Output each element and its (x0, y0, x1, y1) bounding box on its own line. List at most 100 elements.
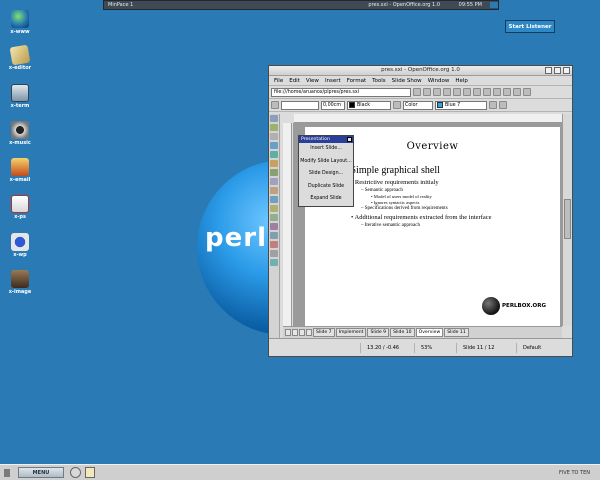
start-listener-button[interactable]: Start Listener (505, 20, 555, 33)
horizontal-ruler[interactable] (294, 114, 562, 123)
desktop-icon-label: x-ps (14, 214, 26, 220)
minimize-icon[interactable] (545, 67, 552, 74)
tab-overview[interactable]: Overview (415, 328, 444, 337)
align-icon[interactable] (270, 205, 278, 212)
menu-format[interactable]: Format (344, 78, 369, 84)
save-icon[interactable] (453, 88, 461, 96)
scrollbar-thumb[interactable] (564, 199, 571, 239)
3d-object-icon[interactable] (270, 160, 278, 167)
taskbar-arrow-icon[interactable] (4, 468, 10, 477)
insert-slide-button[interactable]: Insert Slide... (299, 143, 353, 156)
desktop-icon-label: x-www (10, 29, 30, 35)
url-field[interactable]: file:///home/aruanox/plpres/pres.sxi (271, 87, 411, 97)
cut-icon[interactable] (473, 88, 481, 96)
line-style-select[interactable] (281, 100, 319, 110)
undo-icon[interactable] (503, 88, 511, 96)
menu-tools[interactable]: Tools (369, 78, 389, 84)
select-icon[interactable] (270, 115, 278, 122)
start-menu-button[interactable]: MENU (18, 467, 64, 478)
menu-window[interactable]: Window (425, 78, 453, 84)
taskbar: MENU FIVE TO TEN (0, 464, 600, 480)
duplicate-slide-button[interactable]: Duplicate Slide (299, 181, 353, 194)
slide-show-icon[interactable] (270, 259, 278, 266)
stop-icon[interactable] (423, 88, 431, 96)
menu-view[interactable]: View (303, 78, 322, 84)
ellipse-icon[interactable] (270, 151, 278, 158)
desktop-icon-www[interactable]: x-www (0, 10, 40, 35)
effects-icon[interactable] (270, 232, 278, 239)
desktop-icon-editor[interactable]: x-editor (0, 44, 40, 71)
line-color-select[interactable]: Black (347, 100, 391, 110)
tab-slide-7[interactable]: Slide 7 (313, 328, 335, 337)
area-color-select[interactable]: Blue 7 (435, 100, 487, 110)
rotate-icon[interactable] (270, 196, 278, 203)
edit-file-icon[interactable] (433, 88, 441, 96)
menu-file[interactable]: File (271, 78, 286, 84)
status-zoom[interactable]: 53% (415, 342, 457, 353)
tab-slide-9[interactable]: Slide 9 (367, 328, 390, 337)
line-color-label: Black (357, 102, 370, 108)
tab-implement[interactable]: Implement (335, 328, 367, 337)
window-titlebar[interactable]: pres.sxi - OpenOffice.org 1.0 (269, 66, 572, 76)
impress-window: pres.sxi - OpenOffice.org 1.0 File Edit … (268, 65, 573, 357)
menu-edit[interactable]: Edit (286, 78, 303, 84)
area-style-select[interactable]: Color (403, 100, 433, 110)
area-icon[interactable] (393, 101, 401, 109)
open-icon[interactable] (443, 88, 451, 96)
slide-body[interactable]: – Simple graphical shell • Restrictive r… (343, 165, 492, 228)
3d-controller-icon[interactable] (270, 250, 278, 257)
navigator-icon[interactable] (523, 88, 531, 96)
workspace-label[interactable]: MinPace 1 (104, 2, 164, 8)
zoom-icon[interactable] (499, 101, 507, 109)
maximize-icon[interactable] (554, 67, 561, 74)
arrange-icon[interactable] (270, 214, 278, 221)
url-dropdown-icon[interactable] (413, 88, 421, 96)
popup-close-icon[interactable] (347, 137, 352, 142)
shadow-icon[interactable] (489, 101, 497, 109)
prev-slide-icon[interactable] (292, 329, 298, 336)
desktop-icon-image[interactable]: x-image (0, 270, 40, 295)
copy-icon[interactable] (483, 88, 491, 96)
rectangle-icon[interactable] (270, 142, 278, 149)
curve-icon[interactable] (270, 169, 278, 176)
outline-level-2: • Restrictive requirements initialy (351, 179, 492, 186)
tab-slide-11[interactable]: Slide 11 (444, 328, 469, 337)
zoom-tool-icon[interactable] (270, 124, 278, 131)
desktop-icon-email[interactable]: x-email (0, 158, 40, 183)
line-ends-icon[interactable] (271, 101, 279, 109)
presentation-popup: Presentation Insert Slide... Modify Slid… (298, 135, 354, 207)
vertical-scrollbar[interactable] (562, 114, 572, 326)
interaction-icon[interactable] (270, 241, 278, 248)
close-icon[interactable] (563, 67, 570, 74)
redo-icon[interactable] (513, 88, 521, 96)
tab-slide-10[interactable]: Slide 10 (390, 328, 415, 337)
outline-level-2: • Additional requirements extracted from… (351, 214, 492, 221)
expand-slide-button[interactable]: Expand Slide (299, 193, 353, 206)
panel-close-icon[interactable] (490, 2, 498, 8)
line-width-field[interactable]: 0,00cm (321, 100, 345, 110)
desktop-icon-wp[interactable]: x-wp (0, 233, 40, 258)
last-slide-icon[interactable] (306, 329, 312, 336)
menu-help[interactable]: Help (452, 78, 471, 84)
vertical-ruler[interactable] (283, 123, 292, 326)
modify-slide-layout-button[interactable]: Modify Slide Layout... (299, 156, 353, 169)
slide-design-button[interactable]: Slide Design... (299, 168, 353, 181)
menu-slide-show[interactable]: Slide Show (389, 78, 425, 84)
first-slide-icon[interactable] (285, 329, 291, 336)
line-tool-icon[interactable] (270, 178, 278, 185)
clock-app-icon[interactable] (70, 467, 81, 478)
desktop-icon-music[interactable]: x-music (0, 121, 40, 146)
popup-title[interactable]: Presentation (299, 136, 353, 143)
menu-insert[interactable]: Insert (322, 78, 344, 84)
paste-icon[interactable] (493, 88, 501, 96)
text-tool-icon[interactable] (270, 133, 278, 140)
active-window-title[interactable]: pres.sxi - OpenOffice.org 1.0 (164, 2, 444, 8)
print-icon[interactable] (463, 88, 471, 96)
connector-icon[interactable] (270, 187, 278, 194)
outline-text: Simple graphical shell (350, 165, 440, 176)
desktop-icon-term[interactable]: x-term (0, 84, 40, 109)
desktop-icon-ps[interactable]: x-ps (0, 195, 40, 220)
next-slide-icon[interactable] (299, 329, 305, 336)
insert-icon[interactable] (270, 223, 278, 230)
notes-app-icon[interactable] (85, 467, 95, 478)
